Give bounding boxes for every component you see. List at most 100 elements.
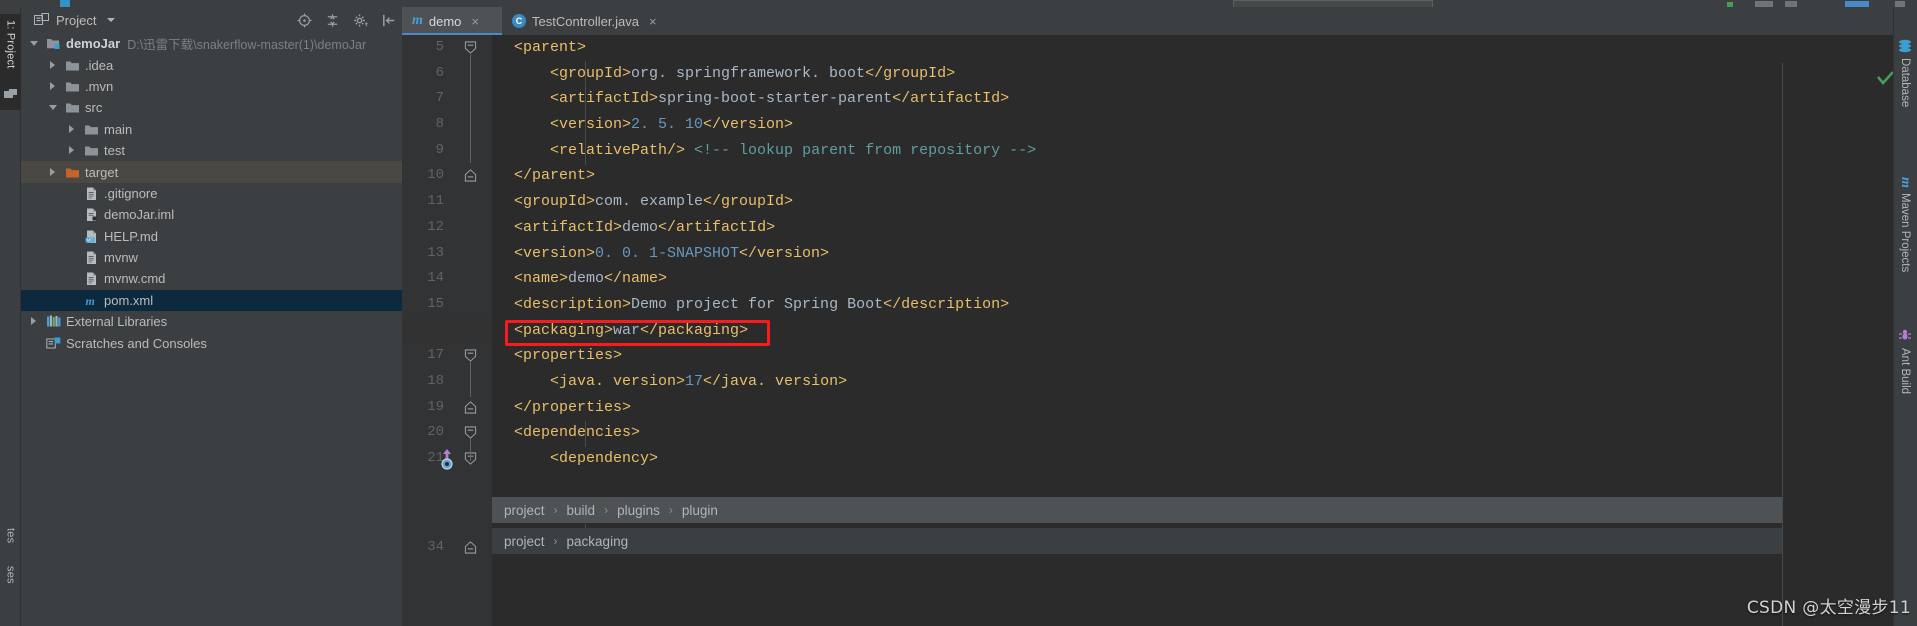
tree-node-test[interactable]: test: [21, 140, 402, 161]
tree-node-gitignore[interactable]: .gitignore: [21, 183, 402, 204]
code-token-tag: </name>: [604, 270, 668, 288]
code-line-7[interactable]: <artifactId>spring-boot-starter-parent</…: [492, 86, 1917, 112]
tree-node-mvnw-cmd[interactable]: mvnw.cmd: [21, 268, 402, 289]
code-line-9[interactable]: <relativePath/> <!-- lookup parent from …: [492, 138, 1917, 164]
chevron-right-icon[interactable]: [49, 167, 58, 177]
tree-node-scratches-and-consoles[interactable]: Scratches and Consoles: [21, 332, 402, 353]
gutter-row[interactable]: 11: [402, 189, 492, 215]
gutter-row[interactable]: 19: [402, 395, 492, 421]
fold-region-end-icon[interactable]: [464, 400, 477, 414]
code-line-21[interactable]: <dependency>: [492, 446, 1917, 472]
tool-window-tab-ant[interactable]: Ant Build: [1893, 325, 1917, 415]
editor-tab-testcontroller[interactable]: C TestController.java ×: [502, 7, 698, 35]
breadcrumb-item[interactable]: project: [504, 534, 545, 549]
tool-window-tab-services[interactable]: ses: [0, 566, 21, 618]
gutter-row[interactable]: 7: [402, 86, 492, 112]
gutter-row[interactable]: 20: [402, 420, 492, 446]
tree-node-main[interactable]: main: [21, 119, 402, 140]
gutter-row[interactable]: 6: [402, 61, 492, 87]
code-line-17[interactable]: <properties>: [492, 343, 1917, 369]
chevron-down-icon[interactable]: [30, 39, 39, 48]
line-number: 19: [427, 398, 444, 415]
code-line-16[interactable]: <packaging>war</packaging>: [492, 318, 1917, 344]
tree-node-mvn[interactable]: .mvn: [21, 76, 402, 97]
code-line-12[interactable]: <artifactId>demo</artifactId>: [492, 215, 1917, 241]
tree-node-idea[interactable]: .idea: [21, 54, 402, 75]
chevron-right-icon[interactable]: [49, 81, 58, 91]
gutter-row[interactable]: 10: [402, 163, 492, 189]
gutter-row[interactable]: 14: [402, 266, 492, 292]
chevron-down-icon[interactable]: [107, 18, 116, 22]
tree-node-help-md[interactable]: MD HELP.md: [21, 226, 402, 247]
tool-window-tab-maven[interactable]: m Maven Projects: [1893, 173, 1917, 308]
code-line-8[interactable]: <version>2. 5. 10</version>: [492, 112, 1917, 138]
breadcrumb-item[interactable]: project: [504, 503, 545, 518]
tree-node-external-libraries[interactable]: External Libraries: [21, 311, 402, 332]
editor-tab-demo[interactable]: m demo ×: [402, 7, 502, 35]
gutter-row[interactable]: 12: [402, 215, 492, 241]
close-icon[interactable]: ×: [471, 14, 479, 29]
breadcrumb-upper[interactable]: project › build › plugins › plugin: [492, 497, 1782, 523]
code-line-11[interactable]: <groupId>com. example</groupId>: [492, 189, 1917, 215]
project-panel-title-group[interactable]: Project: [34, 13, 116, 28]
tree-node-demojar[interactable]: demoJar D:\迅雷下载\snakerflow-master(1)\demo…: [21, 33, 402, 54]
left-tool-window-bar: 1: Project tes ses: [0, 7, 21, 626]
caret-line-gutter-highlight: [402, 317, 492, 344]
search-field-fragment[interactable]: [1233, 0, 1433, 7]
chevron-down-icon[interactable]: [49, 103, 58, 112]
fold-region-start-icon[interactable]: [464, 426, 477, 440]
chevron-right-icon[interactable]: [30, 317, 39, 326]
tree-node-demojar-iml[interactable]: demoJar.iml: [21, 204, 402, 225]
code-line-19[interactable]: </properties>: [492, 395, 1917, 421]
fold-region-end-icon[interactable]: [464, 541, 477, 554]
code-line-5[interactable]: <parent>: [492, 35, 1917, 61]
tree-node-pom-xml[interactable]: m pom.xml: [21, 289, 402, 312]
fold-region-start-icon[interactable]: [464, 349, 477, 363]
chevron-right-icon[interactable]: [49, 60, 58, 70]
tool-window-tab-tests[interactable]: tes: [0, 528, 21, 558]
breadcrumb-item[interactable]: build: [567, 503, 596, 518]
code-line-13[interactable]: <version>0. 0. 1-SNAPSHOT</version>: [492, 241, 1917, 267]
code-line-6[interactable]: <groupId>org. springframework. boot</gro…: [492, 61, 1917, 87]
project-view-icon: [34, 13, 49, 25]
tool-window-tab-database[interactable]: Database: [1893, 35, 1917, 150]
breadcrumb-item[interactable]: plugins: [617, 503, 660, 518]
settings-icon[interactable]: [353, 13, 368, 28]
chevron-right-icon[interactable]: [68, 146, 77, 155]
gutter-row[interactable]: 21: [402, 446, 492, 472]
tree-node-src[interactable]: src: [21, 97, 402, 118]
editor-gutter[interactable]: 5678910111213141516171819202134: [402, 35, 492, 626]
code-line-15[interactable]: <description>Demo project for Spring Boo…: [492, 292, 1917, 318]
gutter-row[interactable]: 8: [402, 112, 492, 138]
code-line-10[interactable]: </parent>: [492, 163, 1917, 189]
locate-icon[interactable]: [297, 12, 312, 28]
folder-icon: [85, 125, 98, 135]
close-icon[interactable]: ×: [649, 14, 657, 29]
breadcrumb-lower[interactable]: project › packaging: [492, 528, 1782, 554]
gutter-row[interactable]: 15: [402, 292, 492, 318]
hide-icon[interactable]: [381, 13, 396, 28]
code-token-tag: </packaging>: [640, 321, 749, 339]
breadcrumb-item[interactable]: packaging: [567, 534, 629, 549]
gutter-row[interactable]: 34: [402, 535, 492, 561]
gutter-row[interactable]: 18: [402, 369, 492, 395]
tree-node-mvnw[interactable]: mvnw: [21, 247, 402, 268]
code-line-18[interactable]: <java. version>17</java. version>: [492, 369, 1917, 395]
chevron-right-icon[interactable]: [68, 124, 77, 134]
code-line-20[interactable]: <dependencies>: [492, 420, 1917, 446]
tree-node-target[interactable]: target: [21, 161, 402, 183]
code-token-tag: <groupId>: [514, 193, 596, 211]
breadcrumb-item[interactable]: plugin: [682, 503, 718, 518]
collapse-all-icon[interactable]: [325, 13, 340, 28]
gutter-row[interactable]: 5: [402, 35, 492, 61]
project-tree[interactable]: demoJar D:\迅雷下载\snakerflow-master(1)\demo…: [21, 33, 402, 354]
gutter-row[interactable]: 17: [402, 343, 492, 369]
gutter-row[interactable]: 9: [402, 138, 492, 164]
code-line-14[interactable]: <name>demo</name>: [492, 266, 1917, 292]
tree-node-path: D:\迅雷下载\snakerflow-master(1)\demoJar: [127, 38, 367, 53]
gutter-row[interactable]: 13: [402, 241, 492, 267]
maven-goal-run-icon[interactable]: [438, 449, 456, 471]
fold-region-end-icon[interactable]: [464, 169, 477, 183]
code-token-txt: org. springframework. boot: [631, 64, 866, 82]
